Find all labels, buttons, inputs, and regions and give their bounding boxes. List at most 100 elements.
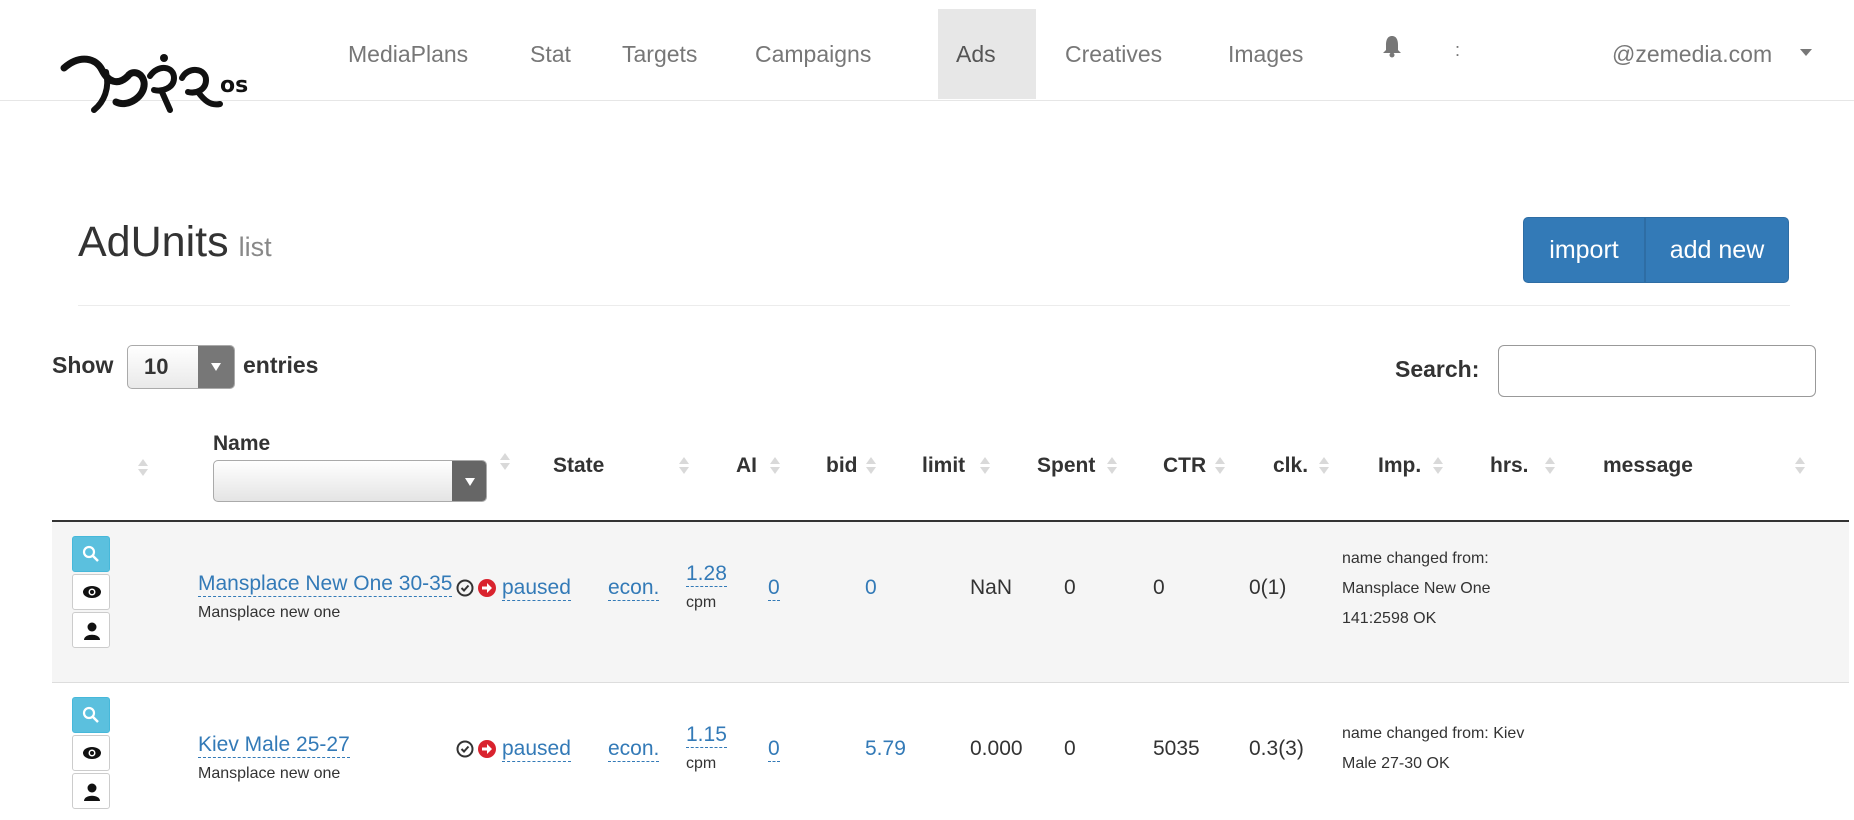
search-icon xyxy=(82,545,99,562)
nav-images[interactable]: Images xyxy=(1210,9,1321,99)
message-line: Male 27-30 OK xyxy=(1342,755,1450,772)
message-line: 141:2598 OK xyxy=(1342,610,1437,627)
limit-link[interactable]: 0 xyxy=(768,737,780,762)
eye-icon xyxy=(83,747,101,759)
divider xyxy=(78,305,1790,306)
sort-icon[interactable] xyxy=(770,456,780,476)
message-line: name changed from: Kiev xyxy=(1342,725,1525,742)
hours-value: 0.3(3) xyxy=(1249,737,1304,760)
svg-text:os: os xyxy=(220,73,248,98)
message-line: name changed from: xyxy=(1342,550,1489,567)
sort-icon[interactable] xyxy=(138,458,148,478)
dropdown-toggle[interactable] xyxy=(452,461,486,501)
campaign-name: Mansplace new one xyxy=(198,604,341,621)
page-subtitle: list xyxy=(238,232,272,262)
caret-down-icon xyxy=(211,363,221,371)
col-bid[interactable]: bid xyxy=(826,454,858,478)
search-row-button[interactable] xyxy=(72,536,110,572)
limit-link[interactable]: 0 xyxy=(768,576,780,601)
adunit-name-link[interactable]: Kiev Male 25-27 xyxy=(198,733,350,758)
clicks-value: 0 xyxy=(1064,576,1076,599)
sort-icon[interactable] xyxy=(1795,456,1805,476)
sort-icon[interactable] xyxy=(980,456,990,476)
entries-label: entries xyxy=(243,352,319,378)
ctr-value: 0.000 xyxy=(970,737,1023,760)
brand-logo[interactable]: os xyxy=(58,48,278,118)
user-button[interactable] xyxy=(72,773,110,809)
sort-icon[interactable] xyxy=(500,452,510,472)
search-row-button[interactable] xyxy=(72,697,110,733)
entries-value: 10 xyxy=(144,354,169,379)
sort-icon[interactable] xyxy=(866,456,876,476)
import-button[interactable]: import xyxy=(1523,217,1645,283)
col-hours[interactable]: hrs. xyxy=(1490,454,1529,478)
preview-button[interactable] xyxy=(72,735,110,771)
caret-down-icon xyxy=(465,478,475,486)
show-label: Show xyxy=(52,352,114,378)
chevron-down-icon[interactable] xyxy=(1800,49,1812,56)
message-line: Mansplace New One xyxy=(1342,580,1491,597)
col-message[interactable]: message xyxy=(1603,454,1693,478)
redacted-username xyxy=(1465,36,1611,72)
nav-creatives[interactable]: Creatives xyxy=(1047,9,1180,99)
bid-unit: cpm xyxy=(686,594,717,611)
nav-campaigns[interactable]: Campaigns xyxy=(737,9,889,99)
clicks-value: 0 xyxy=(1064,737,1076,760)
sort-icon[interactable] xyxy=(1107,456,1117,476)
sort-icon[interactable] xyxy=(1319,456,1329,476)
search-input[interactable] xyxy=(1498,345,1816,397)
bid-link[interactable]: 1.15 xyxy=(686,723,727,748)
sort-icon[interactable] xyxy=(1433,456,1443,476)
nav-stat[interactable]: Stat xyxy=(512,9,589,99)
col-clicks[interactable]: clk. xyxy=(1273,454,1308,478)
col-spent[interactable]: Spent xyxy=(1037,454,1095,478)
user-icon xyxy=(84,783,100,801)
page-title-main: AdUnits xyxy=(78,218,229,266)
page-title: AdUnits list xyxy=(78,218,272,267)
search-label: Search: xyxy=(1395,356,1480,382)
bid-link[interactable]: 1.28 xyxy=(686,562,727,587)
state-link[interactable]: paused xyxy=(502,737,571,762)
message-text: name changed from: Mansplace New One 141… xyxy=(1342,544,1572,634)
col-impressions[interactable]: Imp. xyxy=(1378,454,1421,478)
col-name[interactable]: Name xyxy=(213,432,270,456)
spent-value[interactable]: 5.79 xyxy=(865,737,906,761)
user-icon xyxy=(84,622,100,640)
nav-ads[interactable]: Ads xyxy=(938,9,1036,99)
col-limit[interactable]: limit xyxy=(922,454,965,478)
user-button[interactable] xyxy=(72,612,110,648)
col-ai[interactable]: AI xyxy=(736,454,757,478)
ai-link[interactable]: econ. xyxy=(608,737,660,762)
sort-icon[interactable] xyxy=(1215,456,1225,476)
top-navbar: os MediaPlans Stat Targets Campaigns Ads… xyxy=(0,0,1854,113)
nav-targets[interactable]: Targets xyxy=(604,9,715,99)
preview-button[interactable] xyxy=(72,574,110,610)
col-ctr[interactable]: CTR xyxy=(1163,454,1206,478)
impressions-value: 0 xyxy=(1153,576,1165,599)
entries-select[interactable]: 10 xyxy=(127,345,235,389)
dropdown-toggle[interactable] xyxy=(198,346,234,388)
state-link[interactable]: paused xyxy=(502,576,571,601)
campaign-name: Mansplace new one xyxy=(198,765,341,782)
bell-icon[interactable] xyxy=(1382,34,1402,58)
ctr-value: NaN xyxy=(970,576,1013,599)
sort-icon[interactable] xyxy=(679,456,689,476)
col-state[interactable]: State xyxy=(553,454,604,478)
user-menu[interactable]: @zemedia.com xyxy=(1612,9,1772,99)
bid-unit: cpm xyxy=(686,755,717,772)
sort-icon[interactable] xyxy=(1545,456,1555,476)
search-icon xyxy=(82,706,99,723)
nav-mediaplans[interactable]: MediaPlans xyxy=(330,9,486,99)
add-new-button[interactable]: add new xyxy=(1645,217,1789,283)
table-row: Kiev Male 25-27 Mansplace new one paused… xyxy=(52,683,1849,820)
name-filter-select[interactable] xyxy=(213,460,487,502)
eye-icon xyxy=(83,586,101,598)
adunit-name-link[interactable]: Mansplace New One 30-35 xyxy=(198,572,453,597)
table-row: Mansplace New One 30-35 Mansplace new on… xyxy=(52,522,1849,683)
ai-link[interactable]: econ. xyxy=(608,576,660,601)
hours-value: 0(1) xyxy=(1249,576,1287,599)
impressions-value: 5035 xyxy=(1153,737,1200,760)
message-text: name changed from: Kiev Male 27-30 OK xyxy=(1342,719,1572,779)
user-prefix: : xyxy=(1455,40,1461,60)
spent-value[interactable]: 0 xyxy=(865,576,877,600)
